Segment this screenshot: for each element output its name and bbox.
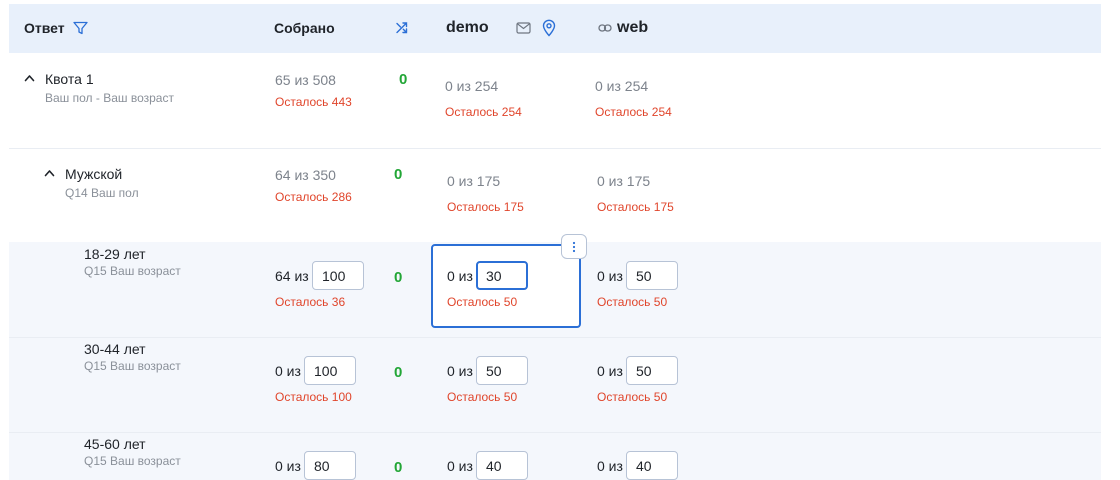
demo-quota-input[interactable]	[476, 261, 528, 290]
demo-remaining: Осталось 50	[447, 295, 518, 309]
web-of-label: 0 из	[597, 363, 623, 379]
chevron-up-icon[interactable]	[24, 74, 35, 82]
table-row	[9, 149, 1101, 242]
collected-value: 65 из 508	[275, 72, 336, 88]
demo-value: 0 из 175	[447, 173, 501, 189]
collected-remaining: Осталось 443	[275, 95, 352, 109]
column-answer-title: Ответ	[24, 20, 65, 36]
web-of-label: 0 из	[597, 268, 623, 284]
web-value: 0 из 175	[597, 173, 651, 189]
delta-value: 0	[394, 459, 403, 476]
collected-remaining: Осталось 36	[275, 295, 346, 309]
demo-of-label: 0 из	[447, 268, 473, 284]
shuffle-icon[interactable]	[395, 21, 409, 35]
column-demo-title: demo	[446, 19, 489, 36]
demo-value: 0 из 254	[445, 78, 499, 94]
group-subtitle: Q14 Ваш пол	[65, 186, 139, 200]
collected-remaining: Осталось 100	[275, 390, 352, 404]
delta-value: 0	[394, 364, 403, 381]
filter-icon[interactable]	[73, 21, 88, 35]
collected-remaining: Осталось 286	[275, 190, 352, 204]
web-quota-input[interactable]	[626, 356, 678, 385]
quota-subtitle: Ваш пол - Ваш возраст	[45, 91, 174, 105]
age-subtitle: Q15 Ваш возраст	[84, 359, 181, 373]
age-label: 45-60 лет	[84, 436, 146, 452]
chevron-up-icon[interactable]	[44, 169, 55, 177]
web-of-label: 0 из	[597, 458, 623, 474]
web-quota-input[interactable]	[626, 261, 678, 290]
group-label: Мужской	[65, 166, 123, 182]
demo-of-label: 0 из	[447, 458, 473, 474]
collected-quota-input[interactable]	[304, 451, 356, 480]
age-subtitle: Q15 Ваш возраст	[84, 454, 181, 468]
quota-label: Квота 1	[45, 71, 94, 87]
mail-icon[interactable]	[516, 22, 531, 34]
web-remaining: Осталось 50	[597, 295, 668, 309]
age-label: 18-29 лет	[84, 246, 146, 262]
web-value: 0 из 254	[595, 78, 649, 94]
demo-of-label: 0 из	[447, 363, 473, 379]
table-row	[9, 338, 1101, 432]
location-pin-icon[interactable]	[542, 19, 556, 37]
demo-quota-input[interactable]	[476, 451, 528, 480]
demo-remaining: Осталось 50	[447, 390, 518, 404]
cell-menu-button[interactable]	[561, 234, 587, 259]
delta-value: 0	[394, 269, 403, 286]
link-icon	[598, 23, 612, 33]
collected-of-label: 0 из	[275, 363, 301, 379]
web-quota-input[interactable]	[626, 451, 678, 480]
delta-value: 0	[399, 71, 408, 88]
column-collected-title: Собрано	[274, 20, 335, 36]
web-remaining: Осталось 254	[595, 105, 672, 119]
delta-value: 0	[394, 166, 403, 183]
web-remaining: Осталось 50	[597, 390, 668, 404]
more-vertical-icon	[572, 241, 576, 253]
collected-quota-input[interactable]	[304, 356, 356, 385]
age-label: 30-44 лет	[84, 341, 146, 357]
collected-of-label: 64 из	[275, 268, 309, 284]
demo-quota-input[interactable]	[476, 356, 528, 385]
collected-value: 64 из 350	[275, 167, 336, 183]
collected-of-label: 0 из	[275, 458, 301, 474]
web-remaining: Осталось 175	[597, 200, 674, 214]
age-subtitle: Q15 Ваш возраст	[84, 264, 181, 278]
collected-quota-input[interactable]	[312, 261, 364, 290]
column-web-title: web	[617, 19, 649, 36]
demo-remaining: Осталось 175	[447, 200, 524, 214]
demo-remaining: Осталось 254	[445, 105, 522, 119]
